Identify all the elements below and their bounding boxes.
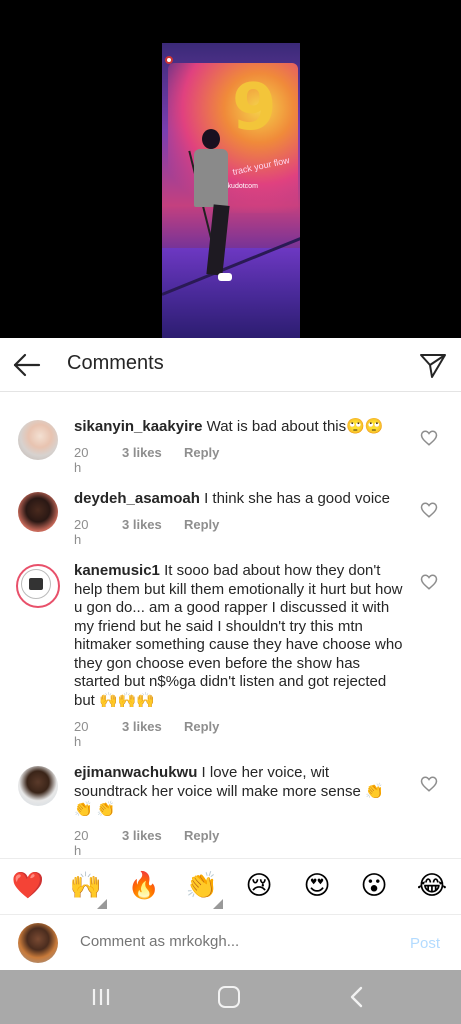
comment-body: Wat is bad about this🙄🙄 bbox=[206, 418, 384, 435]
comment-username[interactable]: sikanyin_kaakyire bbox=[74, 418, 202, 435]
heart-emoji-icon[interactable]: ❤️ bbox=[11, 869, 45, 903]
raised-hands-emoji-icon[interactable]: 🙌 bbox=[69, 869, 103, 903]
surprised-emoji-icon[interactable]: 😮 bbox=[357, 869, 391, 903]
comment-likes[interactable]: 3 likes bbox=[122, 445, 162, 460]
comment-time: 20 h bbox=[74, 719, 89, 749]
comment-time: 20 h bbox=[74, 828, 89, 858]
page-title: Comments bbox=[67, 352, 164, 374]
back-arrow-icon[interactable] bbox=[12, 350, 42, 380]
like-heart-icon[interactable] bbox=[420, 501, 438, 519]
comment-body: I think she has a good voice bbox=[204, 490, 391, 507]
skin-tone-indicator-icon bbox=[213, 899, 223, 909]
comment-body: It sooo bad about how they don't help th… bbox=[74, 562, 403, 709]
comment-username[interactable]: kanemusic1 bbox=[74, 562, 160, 579]
comment-username[interactable]: deydeh_asamoah bbox=[74, 490, 200, 507]
like-heart-icon[interactable] bbox=[420, 429, 438, 447]
avatar[interactable] bbox=[18, 766, 58, 806]
reply-button[interactable]: Reply bbox=[184, 828, 219, 843]
record-indicator-icon bbox=[165, 56, 173, 64]
clapping-emoji-icon[interactable]: 👏 bbox=[185, 869, 219, 903]
like-heart-icon[interactable] bbox=[420, 775, 438, 793]
comment-text: deydeh_asamoah I think she has a good vo… bbox=[74, 490, 404, 509]
comment-time: 20 h bbox=[74, 517, 89, 547]
emoji-quick-bar: ❤️ 🙌 🔥 👏 😢 😍 😮 😂 bbox=[0, 858, 461, 914]
video-area: 9 track your flow @kwekudotcom bbox=[0, 0, 461, 338]
comment-text: kanemusic1 It sooo bad about how they do… bbox=[74, 562, 404, 710]
avatar[interactable] bbox=[18, 492, 58, 532]
comment-list: sikanyin_kaakyire Wat is bad about this🙄… bbox=[0, 392, 461, 858]
comment-username[interactable]: ejimanwachukwu bbox=[74, 764, 197, 781]
system-navigation-bar bbox=[0, 970, 461, 1024]
comment-likes[interactable]: 3 likes bbox=[122, 828, 162, 843]
current-user-avatar bbox=[18, 923, 58, 963]
comment-time: 20 h bbox=[74, 445, 89, 475]
video-performer bbox=[184, 129, 244, 299]
comment-composer: Post bbox=[0, 914, 461, 970]
avatar[interactable] bbox=[16, 564, 60, 608]
reply-button[interactable]: Reply bbox=[184, 445, 219, 460]
system-back-icon[interactable] bbox=[346, 985, 368, 1009]
comment-likes[interactable]: 3 likes bbox=[122, 719, 162, 734]
comment-text: ejimanwachukwu I love her voice, wit sou… bbox=[74, 764, 404, 820]
like-heart-icon[interactable] bbox=[420, 573, 438, 591]
share-send-icon[interactable] bbox=[418, 350, 448, 380]
crying-emoji-icon[interactable]: 😢 bbox=[242, 869, 276, 903]
recent-apps-icon[interactable] bbox=[90, 987, 112, 1007]
avatar[interactable] bbox=[18, 420, 58, 460]
home-icon[interactable] bbox=[218, 986, 240, 1008]
post-button[interactable]: Post bbox=[410, 935, 440, 952]
skin-tone-indicator-icon bbox=[97, 899, 107, 909]
comment-text: sikanyin_kaakyire Wat is bad about this🙄… bbox=[74, 418, 404, 437]
fire-emoji-icon[interactable]: 🔥 bbox=[127, 869, 161, 903]
heart-eyes-emoji-icon[interactable]: 😍 bbox=[300, 869, 334, 903]
laughing-emoji-icon[interactable]: 😂 bbox=[415, 869, 449, 903]
comments-header: Comments bbox=[0, 338, 461, 392]
comment-likes[interactable]: 3 likes bbox=[122, 517, 162, 532]
reply-button[interactable]: Reply bbox=[184, 517, 219, 532]
video-player[interactable]: 9 track your flow @kwekudotcom bbox=[162, 43, 300, 338]
comment-input[interactable] bbox=[80, 933, 380, 950]
reply-button[interactable]: Reply bbox=[184, 719, 219, 734]
